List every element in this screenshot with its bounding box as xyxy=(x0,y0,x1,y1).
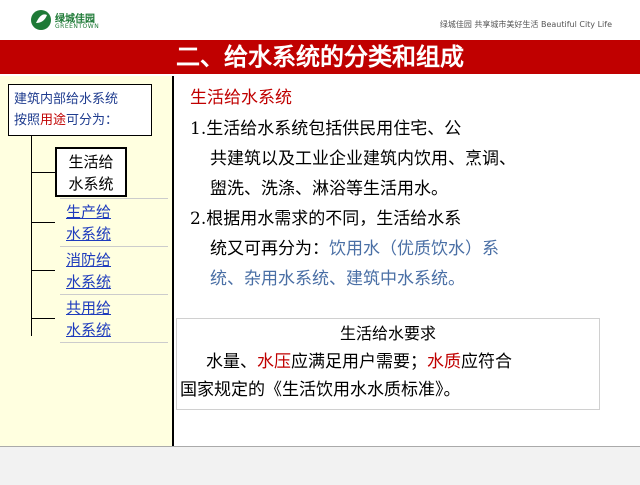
tree-connector-vertical xyxy=(31,136,32,336)
intro-highlight: 用途 xyxy=(40,113,67,128)
brand-logo: 绿城佳园 GREENTOWN xyxy=(30,9,140,35)
nav-link-shared-water[interactable]: 共用给 水系统 xyxy=(66,297,126,341)
paragraph-1-line-1: 1.生活给水系统包括供民用住宅、公 xyxy=(190,119,462,139)
paragraph-2-line-2: 统又可再分为：饮用水（优质饮水）系 xyxy=(210,234,499,264)
slide: 绿城佳园 GREENTOWN 绿城佳园 共享城市美好生活 Beautiful C… xyxy=(0,0,640,485)
requirement-line-1: 水量、水压应满足用户需要；水质应符合 xyxy=(206,348,512,376)
footer-bar xyxy=(0,447,640,485)
tree-connector-1 xyxy=(31,172,55,173)
nav-item-label: 水系统 xyxy=(68,175,114,193)
requirement-text: 应满足用户需要； xyxy=(291,352,427,372)
paragraph-2-line-1: 2.根据用水需求的不同，生活给水系 xyxy=(190,209,462,229)
nav-link-production-water[interactable]: 生产给 水系统 xyxy=(66,201,126,245)
nav-link-label: 水系统 xyxy=(66,273,112,291)
requirement-text: 水量、 xyxy=(206,352,257,372)
paragraph-2-highlight: 统、杂用水系统、建筑中水系统。 xyxy=(210,269,465,289)
tree-connector-4 xyxy=(31,318,55,319)
intro-text-c: 可分为： xyxy=(66,113,119,128)
nav-link-label: 共用给 xyxy=(66,299,112,317)
header-tagline: 绿城佳园 共享城市美好生活 Beautiful City Life xyxy=(439,20,612,29)
separator-line xyxy=(60,294,168,295)
nav-link-label: 水系统 xyxy=(66,225,112,243)
panel-divider xyxy=(172,76,174,448)
tree-connector-3 xyxy=(31,270,55,271)
paragraph-1-line-3: 盥洗、洗涤、淋浴等生活用水。 xyxy=(210,179,448,199)
requirement-highlight: 水压 xyxy=(257,352,291,372)
intro-box: 建筑内部给水系统 按照用途可分为： xyxy=(8,84,152,136)
tree-connector-2 xyxy=(31,222,55,223)
requirement-highlight: 水质 xyxy=(427,352,461,372)
paragraph-2-highlight: 饮用水（优质饮水）系 xyxy=(329,239,499,259)
separator-line xyxy=(60,342,168,343)
nav-link-fire-water[interactable]: 消防给 水系统 xyxy=(66,249,126,293)
paragraph-2-line-3: 统、杂用水系统、建筑中水系统。 xyxy=(210,264,465,294)
intro-text-a: 按照 xyxy=(14,113,41,128)
nav-item-label: 生活给 xyxy=(68,153,114,171)
logo-en-text: GREENTOWN xyxy=(55,23,100,30)
intro-line-2: 按照用途可分为： xyxy=(14,110,146,131)
content-heading: 生活给水系统 xyxy=(190,88,292,108)
paragraph-2-text: 统又可再分为： xyxy=(210,239,329,259)
nav-link-label: 生产给 xyxy=(66,203,112,221)
separator-line xyxy=(60,198,168,199)
requirement-title: 生活给水要求 xyxy=(339,324,436,343)
intro-line-1: 建筑内部给水系统 xyxy=(14,92,119,107)
nav-link-label: 水系统 xyxy=(66,321,112,339)
requirement-line-2: 国家规定的《生活饮用水水质标准》。 xyxy=(180,380,461,400)
paragraph-1-line-2: 共建筑以及工业企业建筑内饮用、烹调、 xyxy=(210,149,516,169)
leaf-logo-icon xyxy=(31,10,51,30)
separator-line xyxy=(60,246,168,247)
requirement-text: 应符合 xyxy=(461,352,512,372)
nav-item-domestic-water[interactable]: 生活给 水系统 xyxy=(55,147,127,197)
nav-link-label: 消防给 xyxy=(66,251,112,269)
slide-title: 二、给水系统的分类和组成 xyxy=(176,42,464,71)
